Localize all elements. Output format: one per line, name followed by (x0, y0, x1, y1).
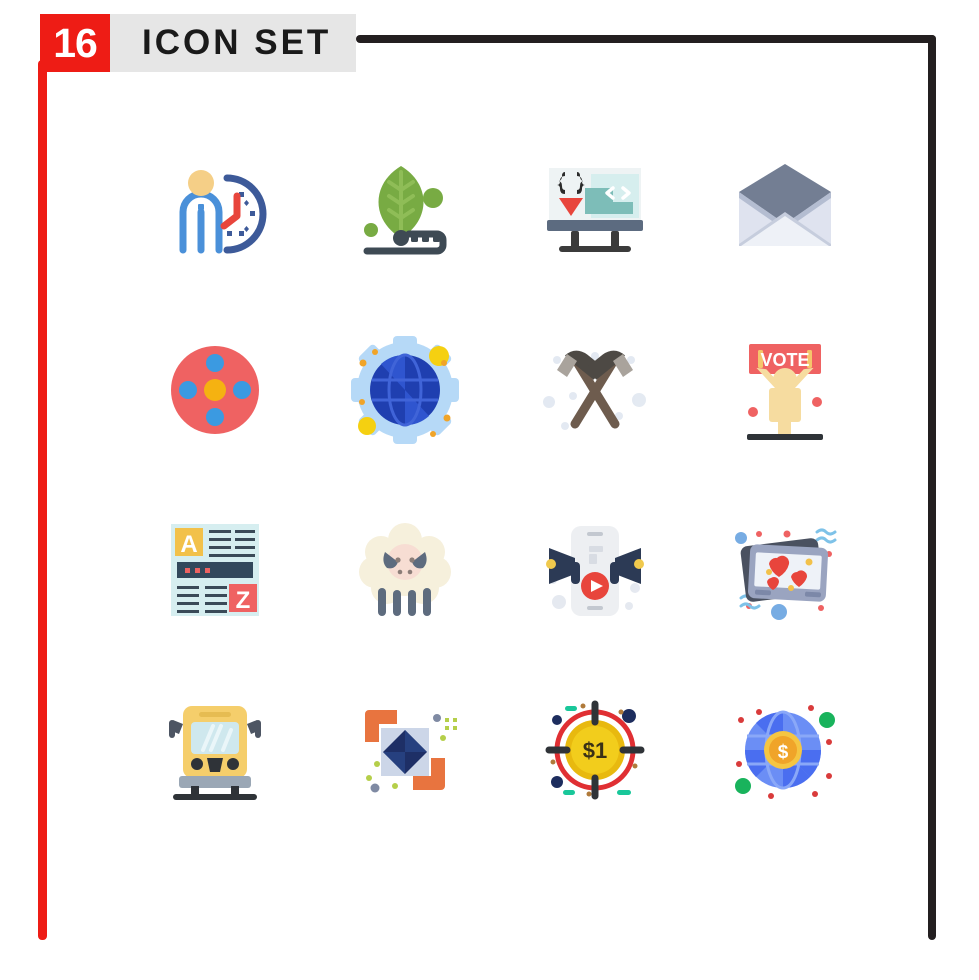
dictionary-a-z-icon: A Z (171, 524, 259, 616)
icon-cell-dollar-target[interactable]: $1 (500, 660, 690, 840)
icon-cell-person-with-clock[interactable] (120, 120, 310, 300)
globe-dollar-coin-icon: $ (735, 705, 835, 799)
molecule-circle-icon (171, 346, 259, 434)
page-title: ICON SET (142, 23, 332, 62)
icon-cell-monitor-code[interactable] (500, 120, 690, 300)
icon-cell-globe-dollar[interactable]: $ (690, 660, 880, 840)
icon-cell-photo-hearts[interactable] (690, 480, 880, 660)
crossed-hammers-icon (543, 350, 646, 430)
icon-set-page: 16 ICON SET VOTE A Z $1 $ (0, 0, 979, 980)
icon-cell-molecule-circle[interactable] (120, 300, 310, 480)
globe-gear-icon (351, 336, 459, 444)
icon-cell-school-bus[interactable] (120, 660, 310, 840)
icon-cell-open-envelope[interactable] (690, 120, 880, 300)
leaf-circuit-icon (363, 166, 447, 255)
school-bus-icon (169, 706, 261, 800)
vote-banner-text: VOTE (760, 350, 809, 370)
frame-right-line (928, 35, 936, 940)
icon-grid: VOTE A Z $1 $ (120, 120, 910, 840)
icon-cell-globe-gear[interactable] (310, 300, 500, 480)
icon-cell-vote-banner[interactable]: VOTE (690, 300, 880, 480)
frame-top-line (356, 35, 936, 43)
dictionary-letter-a: A (180, 531, 197, 558)
icon-cell-sheep[interactable] (310, 480, 500, 660)
icon-cell-crossed-hammers[interactable] (500, 300, 690, 480)
mobile-megaphone-video-icon (546, 526, 644, 616)
dictionary-letter-z: Z (236, 587, 251, 614)
vote-banner-person-icon: VOTE (747, 344, 823, 440)
icon-cell-leaf-circuit[interactable] (310, 120, 500, 300)
person-with-clock-icon (179, 170, 267, 254)
open-envelope-icon (739, 164, 831, 246)
icon-cell-mobile-megaphone[interactable] (500, 480, 690, 660)
sheep-icon (359, 523, 451, 616)
icon-cell-dictionary-az[interactable]: A Z (120, 480, 310, 660)
monitor-code-icon (547, 168, 643, 252)
frame-left-red-line (38, 60, 47, 940)
diamond-focus-frame-icon (365, 710, 457, 793)
globe-dollar-sign: $ (778, 742, 789, 763)
coin-value-text: $1 (583, 738, 607, 763)
icon-count-badge: 16 (40, 14, 110, 72)
icon-cell-diamond-focus[interactable] (310, 660, 500, 840)
photo-hearts-icon (735, 528, 837, 620)
dollar-coin-target-icon: $1 (545, 700, 645, 800)
